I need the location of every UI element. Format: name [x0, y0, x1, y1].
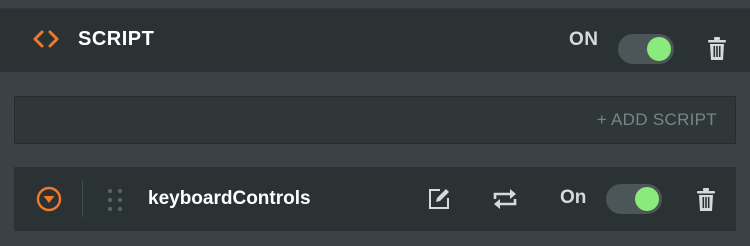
add-script-bar: + ADD SCRIPT: [14, 96, 736, 144]
script-header: SCRIPT ON: [0, 8, 750, 72]
section-title: SCRIPT: [78, 28, 155, 50]
trash-icon[interactable]: [696, 188, 716, 212]
drag-handle-icon[interactable]: [106, 188, 124, 212]
toggle-label: ON: [569, 29, 599, 50]
trash-icon[interactable]: [707, 37, 727, 61]
script-toggle[interactable]: [606, 184, 662, 214]
chevron-down-circle-icon[interactable]: [36, 186, 62, 212]
code-brackets-icon: [33, 30, 59, 48]
script-name: keyboardControls: [148, 188, 311, 209]
script-panel: SCRIPT ON + ADD SCRIPT keyboardControls …: [0, 0, 750, 246]
add-script-button[interactable]: + ADD SCRIPT: [597, 110, 717, 130]
repeat-icon[interactable]: [492, 188, 518, 210]
script-row: keyboardControls On: [14, 167, 736, 231]
edit-icon[interactable]: [427, 187, 451, 211]
toggle-knob: [647, 37, 671, 61]
toggle-label: On: [560, 187, 587, 208]
toggle-knob: [635, 187, 659, 211]
row-divider: [82, 181, 83, 217]
section-toggle[interactable]: [618, 34, 674, 64]
